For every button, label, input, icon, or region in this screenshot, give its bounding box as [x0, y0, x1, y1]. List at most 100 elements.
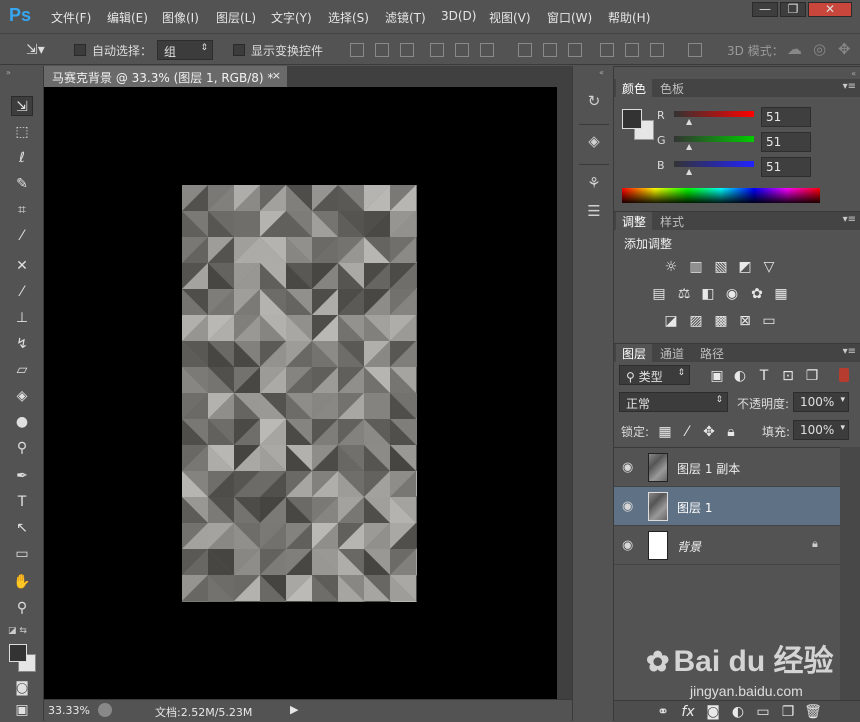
layer-row[interactable]: ◉ 背景 🔒︎	[614, 526, 840, 565]
eyedropper-tool-icon[interactable]: ⁄	[11, 226, 33, 246]
visibility-eye-icon[interactable]: ◉	[622, 538, 633, 553]
slider-handle-icon[interactable]: ▲	[686, 167, 692, 176]
hand-tool-icon[interactable]: ✋	[11, 572, 33, 592]
tab-layers[interactable]: 图层	[616, 344, 653, 362]
opacity-input[interactable]: 100% ▾	[793, 392, 849, 412]
history-panel-icon[interactable]: ↻	[583, 92, 605, 112]
distribute-vcenter-icon[interactable]	[543, 43, 557, 57]
tab-swatches[interactable]: 色板	[654, 79, 690, 97]
brightness-contrast-icon[interactable]: ☼	[662, 259, 680, 275]
filter-shape-icon[interactable]: ⊡	[779, 368, 797, 384]
path-select-tool-icon[interactable]: ↖	[11, 518, 33, 538]
visibility-eye-icon[interactable]: ◉	[622, 499, 633, 514]
crop-tool-icon[interactable]: ⌗	[11, 200, 33, 220]
restore-button[interactable]: ❐	[780, 2, 806, 17]
menu-type[interactable]: 文字(Y)	[271, 9, 312, 26]
3d-panel-icon[interactable]: ◈	[583, 132, 605, 152]
status-options-icon[interactable]	[98, 703, 112, 717]
blend-mode-dropdown[interactable]: 正常 ⇕	[619, 392, 728, 412]
close-document-icon[interactable]: ×	[272, 69, 281, 82]
slider-handle-icon[interactable]: ▲	[686, 117, 692, 126]
show-transform-checkbox[interactable]	[233, 44, 245, 56]
filter-type-icon[interactable]: T	[755, 368, 773, 384]
tab-channels[interactable]: 通道	[654, 344, 690, 362]
exposure-icon[interactable]: ◩	[736, 259, 754, 275]
move-tool-icon[interactable]: ⇲	[11, 96, 33, 116]
brush-panel-icon[interactable]: ☰	[583, 202, 605, 222]
panel-menu-icon[interactable]: ▾≡	[843, 81, 856, 92]
lock-all-icon[interactable]: 🔒︎	[722, 424, 740, 440]
auto-select-dropdown[interactable]: 组 ⇕	[157, 40, 213, 60]
align-left-icon[interactable]	[430, 43, 444, 57]
distribute-right-icon[interactable]	[650, 43, 664, 57]
brush-presets-icon[interactable]: ⚘	[583, 174, 605, 194]
distribute-left-icon[interactable]	[600, 43, 614, 57]
zoom-tool-icon[interactable]: ⚲	[11, 598, 33, 618]
3d-rotate-icon[interactable]: ☁	[787, 40, 802, 58]
zoom-level[interactable]: 33.33%	[48, 704, 90, 717]
canvas-scroll-area[interactable]	[557, 87, 572, 699]
paint-bucket-tool-icon[interactable]: ◈	[11, 386, 33, 406]
move-tool-preset-icon[interactable]: ⇲▾	[26, 42, 45, 58]
quick-select-tool-icon[interactable]: ✎	[11, 174, 33, 194]
link-layers-icon[interactable]: ⚭	[654, 704, 672, 720]
hue-saturation-icon[interactable]: ▤	[650, 286, 668, 302]
levels-icon[interactable]: ▥	[687, 259, 705, 275]
tab-paths[interactable]: 路径	[694, 344, 730, 362]
channel-b-value[interactable]: 51	[761, 157, 811, 177]
tab-color[interactable]: 颜色	[616, 79, 653, 97]
gradient-map-icon[interactable]: ▭	[760, 313, 778, 329]
new-layer-icon[interactable]: ❐	[779, 704, 797, 720]
layer-row[interactable]: ◉ 图层 1 副本	[614, 448, 840, 487]
delete-layer-icon[interactable]: 🗑︎	[804, 704, 822, 720]
rectangle-tool-icon[interactable]: ▭	[11, 544, 33, 564]
blur-tool-icon[interactable]: ●	[11, 412, 33, 432]
expand-panels-icon[interactable]: «	[599, 68, 604, 77]
status-menu-arrow-icon[interactable]: ▶	[290, 703, 298, 716]
new-group-icon[interactable]: ▭	[754, 704, 772, 720]
foreground-color-chip[interactable]	[622, 109, 642, 129]
distribute-top-icon[interactable]	[518, 43, 532, 57]
color-lookup-icon[interactable]: ▦	[772, 286, 790, 302]
layer-name[interactable]: 图层 1 副本	[677, 460, 740, 477]
menu-window[interactable]: 窗口(W)	[547, 9, 592, 26]
menu-file[interactable]: 文件(F)	[51, 9, 91, 26]
add-mask-icon[interactable]: ◙	[704, 704, 722, 720]
auto-align-icon[interactable]	[688, 43, 702, 57]
new-adjustment-icon[interactable]: ◐	[729, 704, 747, 720]
menu-select[interactable]: 选择(S)	[328, 9, 369, 26]
menu-filter[interactable]: 滤镜(T)	[385, 9, 426, 26]
lock-position-icon[interactable]: ✥	[700, 424, 718, 440]
panel-menu-icon[interactable]: ▾≡	[843, 214, 856, 225]
filter-toggle-icon[interactable]	[839, 368, 849, 382]
layer-name[interactable]: 图层 1	[677, 499, 712, 516]
quick-mask-icon[interactable]: ◙	[11, 678, 33, 698]
layer-row-selected[interactable]: ◉ 图层 1	[614, 487, 840, 526]
black-white-icon[interactable]: ◧	[699, 286, 717, 302]
menu-image[interactable]: 图像(I)	[162, 9, 199, 26]
threshold-icon[interactable]: ▩	[712, 313, 730, 329]
auto-select-checkbox[interactable]	[74, 44, 86, 56]
filter-adjustment-icon[interactable]: ◐	[731, 368, 749, 384]
color-balance-icon[interactable]: ⚖	[675, 286, 693, 302]
canvas-area[interactable]	[44, 87, 557, 699]
collapse-toolbar-icon[interactable]: »	[6, 68, 11, 77]
3d-roll-icon[interactable]: ◎	[813, 40, 826, 58]
menu-layer[interactable]: 图层(L)	[216, 9, 256, 26]
align-right-icon[interactable]	[480, 43, 494, 57]
slider-handle-icon[interactable]: ▲	[686, 142, 692, 151]
fill-input[interactable]: 100% ▾	[793, 420, 849, 440]
layers-scrollbar[interactable]	[840, 447, 860, 702]
type-tool-icon[interactable]: T	[11, 492, 33, 512]
menu-edit[interactable]: 编辑(E)	[107, 9, 148, 26]
panel-menu-icon[interactable]: ▾≡	[843, 346, 856, 357]
close-window-button[interactable]: ✕	[808, 2, 852, 17]
history-brush-tool-icon[interactable]: ↯	[11, 334, 33, 354]
posterize-icon[interactable]: ▨	[687, 313, 705, 329]
layer-style-icon[interactable]: fx	[679, 704, 697, 720]
layer-filter-dropdown[interactable]: ⚲ 类型 ⇕	[619, 365, 690, 385]
screen-mode-icon[interactable]: ▣	[11, 700, 33, 720]
collapse-panel-icon[interactable]: «	[851, 69, 856, 78]
healing-brush-tool-icon[interactable]: ✕	[11, 256, 33, 276]
foreground-color-swatch[interactable]	[9, 644, 27, 662]
